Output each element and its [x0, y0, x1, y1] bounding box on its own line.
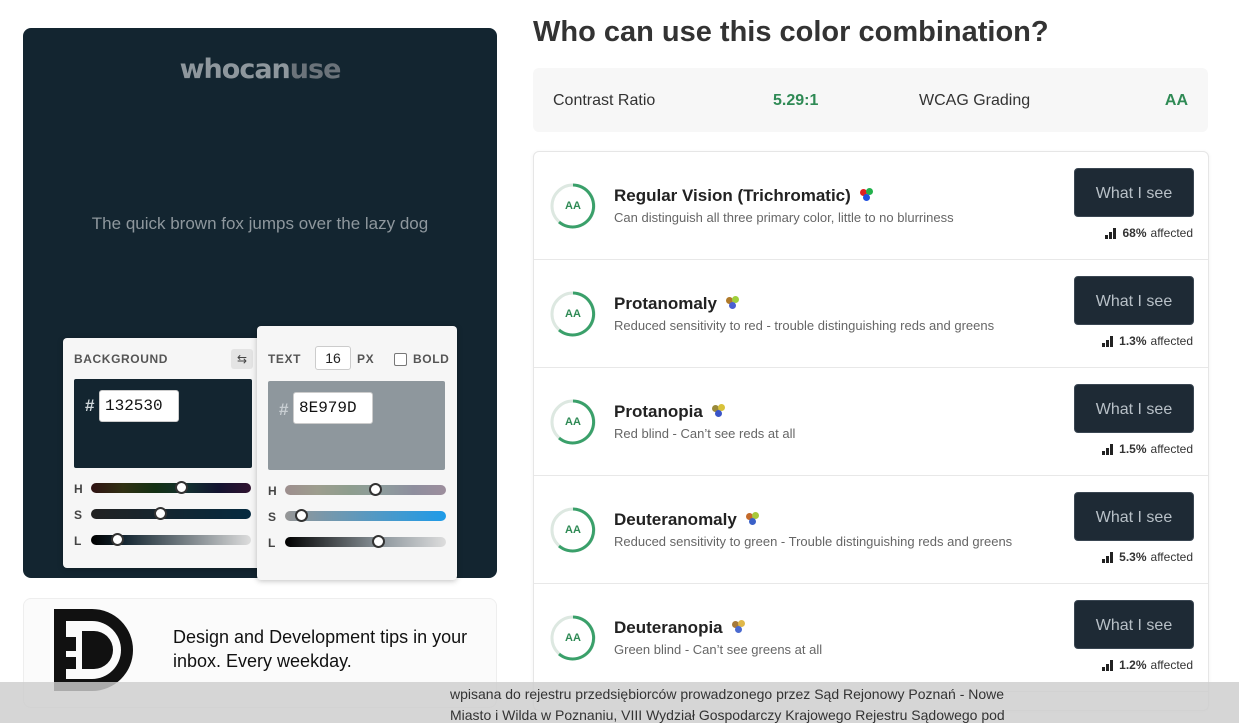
affected-stat: 68% affected: [1105, 226, 1193, 240]
text-saturation-slider[interactable]: [285, 509, 446, 522]
vision-description: Reduced sensitivity to green - Trouble d…: [614, 534, 1013, 549]
affected-stat: 1.2% affected: [1102, 658, 1193, 672]
color-dots-icon: [731, 620, 747, 634]
color-dots-icon: [745, 512, 761, 526]
vision-name: Deuteranomaly: [614, 510, 761, 530]
background-hex-input[interactable]: 132530: [99, 390, 179, 422]
what-i-see-button[interactable]: What I see: [1074, 168, 1194, 217]
vision-types-list: AA Regular Vision (Trichromatic) Can dis…: [533, 151, 1209, 711]
background-saturation-slider[interactable]: [91, 507, 251, 520]
contrast-summary: Contrast Ratio 5.29:1 WCAG Grading AA: [533, 68, 1208, 132]
slider-handle[interactable]: [174, 481, 188, 494]
grade-label: AA: [565, 416, 581, 428]
vision-name: Protanopia: [614, 402, 727, 422]
hue-label: H: [74, 482, 83, 496]
vision-name: Protanomaly: [614, 294, 741, 314]
ad-text: Design and Development tips in your inbo…: [173, 627, 468, 671]
affected-stat: 1.5% affected: [1102, 442, 1193, 456]
affected-stat: 5.3% affected: [1102, 550, 1193, 564]
px-label: PX: [357, 352, 375, 366]
background-hue-slider[interactable]: [91, 481, 251, 494]
vision-row: AA Deuteranopia Green blind - Can’t see …: [534, 584, 1208, 692]
vision-description: Can distinguish all three primary color,…: [614, 210, 954, 225]
grade-label: AA: [565, 200, 581, 212]
vision-name: Regular Vision (Trichromatic): [614, 186, 875, 206]
what-i-see-button[interactable]: What I see: [1074, 600, 1194, 649]
lightness-label: L: [268, 536, 276, 550]
text-hex-input[interactable]: 8E979D: [293, 392, 373, 424]
background-lightness-slider[interactable]: [91, 533, 251, 546]
vision-row: AA Deuteranomaly Reduced sensitivity to …: [534, 476, 1208, 584]
contrast-ratio-value: 5.29:1: [773, 92, 819, 109]
bar-chart-icon: [1105, 227, 1117, 239]
hash-symbol: #: [85, 396, 95, 415]
page-title: Who can use this color combination?: [533, 16, 1049, 48]
grade-label: AA: [565, 524, 581, 536]
text-hue-slider[interactable]: [285, 483, 446, 496]
bar-chart-icon: [1102, 335, 1114, 347]
color-dots-icon: [711, 404, 727, 418]
sample-text: The quick brown fox jumps over the lazy …: [91, 214, 429, 233]
contrast-ratio-label: Contrast Ratio: [553, 92, 656, 109]
bold-checkbox[interactable]: [394, 353, 407, 366]
footer-line-2: Miasto i Wilda w Poznaniu, VIII Wydział …: [450, 707, 1005, 723]
what-i-see-button[interactable]: What I see: [1074, 276, 1194, 325]
wcag-grading-value: AA: [1164, 92, 1188, 109]
saturation-label: S: [74, 508, 83, 522]
lightness-label: L: [74, 534, 82, 548]
bold-label: BOLD: [413, 352, 450, 366]
text-color-panel: TEXT 16 PX BOLD # 8E979D H S L: [257, 326, 457, 580]
text-lightness-slider[interactable]: [285, 535, 446, 548]
what-i-see-button[interactable]: What I see: [1074, 384, 1194, 433]
swap-colors-icon[interactable]: ⇆: [231, 349, 253, 369]
bar-chart-icon: [1102, 443, 1114, 455]
slider-handle[interactable]: [295, 509, 309, 522]
hash-symbol: #: [279, 400, 289, 419]
wcag-grading-label: WCAG Grading: [919, 92, 1031, 109]
slider-handle[interactable]: [369, 483, 383, 496]
background-label: BACKGROUND: [74, 352, 168, 366]
slider-handle[interactable]: [110, 533, 124, 546]
bar-chart-icon: [1102, 659, 1114, 671]
what-i-see-button[interactable]: What I see: [1074, 492, 1194, 541]
vision-row: AA Protanomaly Reduced sensitivity to re…: [534, 260, 1208, 368]
site-logo[interactable]: whocanuse: [23, 54, 497, 85]
slider-handle[interactable]: [372, 535, 386, 548]
color-dots-icon: [859, 188, 875, 202]
vision-row: AA Protanopia Red blind - Can’t see reds…: [534, 368, 1208, 476]
bar-chart-icon: [1102, 551, 1114, 563]
text-label: TEXT: [268, 352, 302, 366]
logo-part-use: use: [289, 54, 342, 85]
background-color-panel: BACKGROUND ⇆ # 132530 H S L: [63, 338, 275, 568]
color-dots-icon: [725, 296, 741, 310]
vision-description: Reduced sensitivity to red - trouble dis…: [614, 318, 995, 333]
grade-label: AA: [565, 308, 581, 320]
logo-part-whocan: whocan: [179, 54, 291, 85]
vision-name: Deuteranopia: [614, 618, 747, 638]
slider-handle[interactable]: [153, 507, 167, 520]
grade-label: AA: [565, 632, 581, 644]
hue-label: H: [268, 484, 277, 498]
company-footer-overlay: wpisana do rejestru przedsiębiorców prow…: [0, 682, 1239, 723]
dd-logo-icon: [52, 607, 138, 693]
footer-line-1: wpisana do rejestru przedsiębiorców prow…: [450, 686, 1005, 702]
vision-description: Green blind - Can’t see greens at all: [614, 642, 823, 657]
vision-description: Red blind - Can’t see reds at all: [614, 426, 796, 441]
saturation-label: S: [268, 510, 277, 524]
affected-stat: 1.3% affected: [1102, 334, 1193, 348]
font-size-input[interactable]: 16: [315, 346, 351, 370]
vision-row: AA Regular Vision (Trichromatic) Can dis…: [534, 152, 1208, 260]
